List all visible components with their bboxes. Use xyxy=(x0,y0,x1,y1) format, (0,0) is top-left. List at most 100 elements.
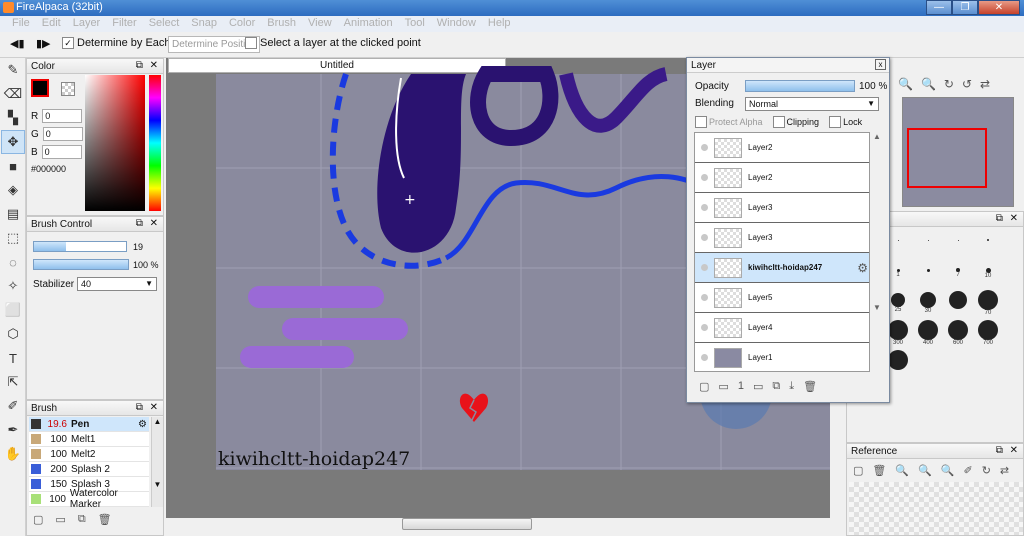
brush-size-cell[interactable]: 400 xyxy=(913,320,943,350)
layer-row[interactable]: kiwihcltt-hoidap247 ⚙ xyxy=(695,253,869,283)
determine-drag-checkbox[interactable]: ✓ xyxy=(62,37,74,49)
visibility-icon[interactable] xyxy=(701,264,708,271)
fill-tool-icon[interactable]: ■ xyxy=(1,154,25,178)
brush-size-cell[interactable]: 10 xyxy=(973,260,1003,290)
divide-tool-icon[interactable]: ✐ xyxy=(1,394,25,418)
menu-animation[interactable]: Animation xyxy=(338,16,399,32)
delete-reference-icon[interactable]: 🗑 xyxy=(872,464,886,477)
select-layer-option[interactable]: Select a layer at the clicked point xyxy=(245,37,421,49)
magic-wand-tool-icon[interactable]: ✧ xyxy=(1,274,25,298)
gradient-tool-icon[interactable]: ▤ xyxy=(1,202,25,226)
brush-size-slider[interactable] xyxy=(33,241,127,252)
eyedropper-icon[interactable]: ✐ xyxy=(963,464,972,477)
gear-icon[interactable]: ⚙ xyxy=(138,419,147,430)
new-layer-icon[interactable]: ▢ xyxy=(699,380,709,393)
brush-list-scrollbar[interactable]: ▲ ▼ xyxy=(151,417,163,507)
stabilizer-select[interactable]: 40 ▼ xyxy=(77,277,157,291)
hue-slider[interactable] xyxy=(149,75,161,211)
visibility-icon[interactable] xyxy=(701,324,708,331)
new-8bit-layer-icon[interactable]: ▭ xyxy=(718,380,728,393)
brush-size-cell[interactable] xyxy=(913,260,943,290)
new-folder-icon[interactable]: ▭ xyxy=(753,380,763,393)
operation-tool-icon[interactable]: ⇱ xyxy=(1,370,25,394)
hand-tool-icon[interactable]: ✋ xyxy=(1,442,25,466)
brush-control-controls[interactable]: ⧉ ✕ xyxy=(136,218,160,229)
eraser-tool-icon[interactable]: ⌫ xyxy=(1,82,25,106)
brush-panel-controls[interactable]: ⧉ ✕ xyxy=(136,402,160,413)
eyedropper-tool-icon[interactable]: ✒ xyxy=(1,418,25,442)
menu-filter[interactable]: Filter xyxy=(106,16,142,32)
menu-window[interactable]: Window xyxy=(431,16,482,32)
move-tool-icon[interactable]: ✥ xyxy=(1,130,25,154)
flip-icon[interactable]: ⇄ xyxy=(1000,464,1009,477)
pen-tool-icon[interactable]: ✎ xyxy=(1,58,25,82)
brush-size-cell[interactable]: 600 xyxy=(943,320,973,350)
menu-edit[interactable]: Edit xyxy=(36,16,67,32)
brush-size-controls[interactable]: ⧉ ✕ xyxy=(996,213,1020,224)
zoom-out-icon[interactable]: 🔍 xyxy=(918,464,932,477)
brush-size-cell[interactable]: 7 xyxy=(943,260,973,290)
clipping-checkbox[interactable] xyxy=(772,116,785,128)
color-panel-controls[interactable]: ⧉ ✕ xyxy=(136,60,160,71)
red-input[interactable]: 0 xyxy=(42,109,83,123)
menu-layer[interactable]: Layer xyxy=(67,16,107,32)
zoom-fit-icon[interactable]: 🔍 xyxy=(941,464,955,477)
menu-color[interactable]: Color xyxy=(223,16,261,32)
visibility-icon[interactable] xyxy=(701,354,708,361)
navigator-viewport-frame[interactable] xyxy=(907,128,987,188)
brush-size-cell[interactable]: 700 xyxy=(973,320,1003,350)
lasso-tool-icon[interactable]: ◌ xyxy=(1,250,25,274)
lock-checkbox[interactable] xyxy=(829,116,842,128)
brush-item[interactable]: 19.6 Pen ⚙ xyxy=(29,417,149,432)
layer-row[interactable]: Layer5 xyxy=(695,283,869,313)
menu-brush[interactable]: Brush xyxy=(261,16,302,32)
menu-help[interactable]: Help xyxy=(482,16,517,32)
brush-size-cell[interactable]: 70 xyxy=(973,290,1003,320)
layer-row[interactable]: Layer2 xyxy=(695,133,869,163)
saturation-value-picker[interactable] xyxy=(85,75,145,211)
visibility-icon[interactable] xyxy=(701,144,708,151)
menu-snap[interactable]: Snap xyxy=(185,16,223,32)
brush-item[interactable]: 100 Watercolor Marker xyxy=(29,488,149,510)
new-1bit-layer-icon[interactable]: 1 xyxy=(738,380,744,393)
layer-list-scrollbar[interactable]: ▲ ▼ xyxy=(872,132,882,372)
open-reference-icon[interactable]: ▢ xyxy=(853,464,863,477)
delete-brush-icon[interactable]: 🗑 xyxy=(98,513,112,526)
menu-view[interactable]: View xyxy=(302,16,338,32)
rotate-left-icon[interactable]: ↺ xyxy=(962,77,972,93)
menu-file[interactable]: File xyxy=(6,16,36,32)
merge-down-icon[interactable]: ⤓ xyxy=(789,380,794,393)
visibility-icon[interactable] xyxy=(701,234,708,241)
new-brush-icon[interactable]: ▢ xyxy=(33,513,43,526)
visibility-icon[interactable] xyxy=(701,204,708,211)
zoom-in-icon[interactable]: 🔍 xyxy=(895,464,909,477)
brush-size-cell[interactable] xyxy=(913,230,943,260)
folder-icon[interactable]: ▭ xyxy=(55,513,65,526)
transparent-color-swatch[interactable] xyxy=(61,82,75,96)
dot-tool-icon[interactable]: ▚ xyxy=(1,106,25,130)
blending-mode-select[interactable]: Normal ▼ xyxy=(745,97,879,111)
menu-tool[interactable]: Tool xyxy=(399,16,431,32)
canvas-scroll-thumb[interactable] xyxy=(402,518,532,530)
brush-size-cell[interactable] xyxy=(973,230,1003,260)
maximize-button[interactable]: ❐ xyxy=(952,0,978,15)
zoom-out-icon[interactable]: 🔍 xyxy=(921,77,936,93)
layer-opacity-slider[interactable] xyxy=(745,80,855,92)
minimize-button[interactable]: — xyxy=(926,0,952,15)
duplicate-layer-icon[interactable]: ⧉ xyxy=(772,380,780,393)
layer-row[interactable]: Layer3 xyxy=(695,223,869,253)
delete-layer-icon[interactable]: 🗑 xyxy=(803,380,817,393)
brush-item[interactable]: 100 Melt1 xyxy=(29,432,149,447)
close-icon[interactable]: x xyxy=(875,59,886,70)
text-tool-icon[interactable]: T xyxy=(1,346,25,370)
flip-icon[interactable]: ⇄ xyxy=(980,77,990,93)
menu-select[interactable]: Select xyxy=(143,16,186,32)
brush-opacity-slider[interactable] xyxy=(33,259,129,270)
rotate-right-icon[interactable]: ↻ xyxy=(944,77,954,93)
reference-controls[interactable]: ⧉ ✕ xyxy=(996,445,1020,456)
protect-alpha-checkbox[interactable] xyxy=(695,116,707,128)
brush-item[interactable]: 100 Melt2 xyxy=(29,447,149,462)
select-layer-checkbox[interactable] xyxy=(245,37,257,49)
navigator-preview[interactable] xyxy=(902,97,1014,207)
gear-icon[interactable]: ⚙ xyxy=(857,261,868,275)
